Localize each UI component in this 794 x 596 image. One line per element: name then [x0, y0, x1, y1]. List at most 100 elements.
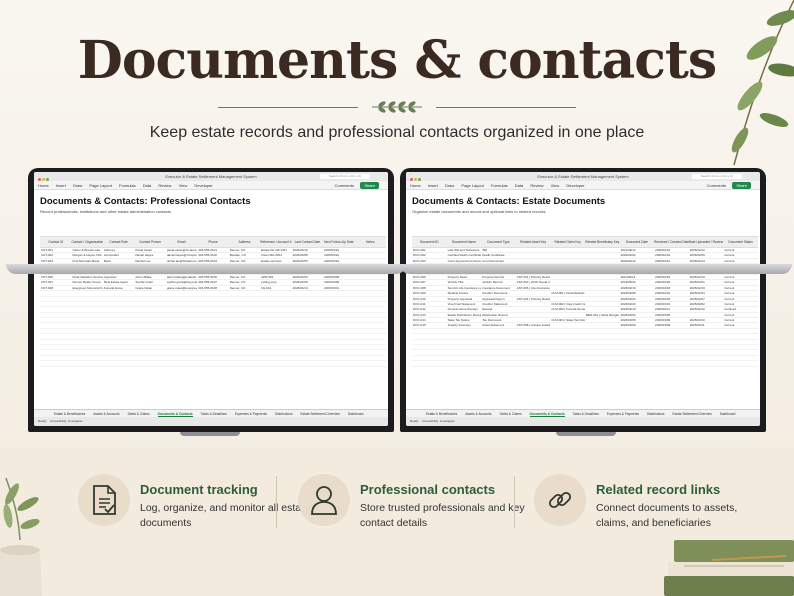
- table-cell[interactable]: Current: [723, 297, 758, 301]
- table-cell[interactable]: [355, 253, 386, 257]
- table-cell[interactable]: Jewelry Inventory: [447, 323, 482, 327]
- table-cell[interactable]: FH-614: [260, 286, 291, 290]
- table-cell[interactable]: Denver, CO: [229, 280, 260, 284]
- table-cell[interactable]: Archived: [723, 307, 758, 311]
- table-cell[interactable]: [550, 323, 585, 327]
- table-cell[interactable]: rachel.lee@fmbank.example: [166, 259, 197, 263]
- search-input[interactable]: Search (Cmd + Ctrl + U): [320, 174, 370, 179]
- table-cell[interactable]: AST-008 | Antique Jewelry Collection: [516, 323, 551, 327]
- table-cell[interactable]: Current: [723, 323, 758, 327]
- ribbon-item[interactable]: Formulas: [491, 183, 508, 188]
- table-cell[interactable]: 2026/02/12: [689, 307, 724, 311]
- table-cell[interactable]: Aaron Blake: [134, 275, 165, 279]
- table-cell[interactable]: Property Appraisal: [447, 297, 482, 301]
- table-cell[interactable]: aaron.blake@peakval.example: [166, 275, 197, 279]
- table-cell[interactable]: Estate file CB-1447: [260, 248, 291, 252]
- table-cell[interactable]: Creditor Statement: [481, 302, 516, 306]
- table-cell[interactable]: AST-007 | 2019 Toyota Camry: [516, 280, 551, 284]
- table-cell[interactable]: 2026/02/05: [689, 253, 724, 257]
- table-cell[interactable]: 2026/02/08: [620, 291, 655, 295]
- table-cell[interactable]: Summit Life Insurance Letter: [447, 286, 482, 290]
- table-cell[interactable]: [516, 259, 551, 263]
- ribbon-item[interactable]: Formulas: [119, 183, 136, 188]
- table-cell[interactable]: Current: [723, 259, 758, 263]
- table-cell[interactable]: 2026/02/11: [654, 307, 689, 311]
- table-cell[interactable]: grace.nolan@evergreen.example: [166, 286, 197, 290]
- table-cell[interactable]: Paula Carter: [134, 248, 165, 252]
- table-cell[interactable]: Denver, CO: [229, 259, 260, 263]
- table-cell[interactable]: Estate Distribution Receipt: [447, 313, 482, 317]
- column-header[interactable]: Date Uploaded / Reviewed: [689, 237, 724, 247]
- table-cell[interactable]: [585, 318, 620, 322]
- ribbon-item[interactable]: View: [179, 183, 188, 188]
- column-header[interactable]: Contact Person: [134, 237, 165, 247]
- table-cell[interactable]: DOC-013: [412, 313, 447, 317]
- table-cell[interactable]: Listing prep: [260, 280, 291, 284]
- table-cell[interactable]: 2026/03/24: [323, 248, 354, 252]
- sheet-tab[interactable]: Distributions: [647, 412, 665, 416]
- column-header[interactable]: Address: [229, 237, 260, 247]
- table-cell[interactable]: Client MH-2201: [260, 253, 291, 257]
- table-cell[interactable]: [516, 307, 551, 311]
- table-cell[interactable]: 2026/03/02: [689, 302, 724, 306]
- column-header[interactable]: Email: [166, 237, 197, 247]
- table-cell[interactable]: State Tax Notice: [447, 318, 482, 322]
- column-header[interactable]: Received / Created Date: [654, 237, 689, 247]
- ribbon-item[interactable]: Home: [410, 183, 421, 188]
- column-header[interactable]: Next Follow-Up Date: [323, 237, 354, 247]
- table-cell[interactable]: Property Record: [481, 275, 516, 279]
- table-cell[interactable]: AST-001 | Primary Residence: [516, 275, 551, 279]
- table-cell[interactable]: Death Certificate: [481, 253, 516, 257]
- table-cell[interactable]: DOC-009: [412, 291, 447, 295]
- table-cell[interactable]: 2026/02/14: [292, 286, 323, 290]
- table-cell[interactable]: Funeral Home Receipt: [447, 307, 482, 311]
- comments-button[interactable]: Comments: [335, 181, 354, 190]
- table-cell[interactable]: 2011/06/14: [620, 275, 655, 279]
- table-cell[interactable]: Current: [723, 291, 758, 295]
- column-header[interactable]: Related Claim Key: [550, 237, 585, 247]
- table-cell[interactable]: 2026/02/10: [654, 248, 689, 252]
- table-cell[interactable]: Grace Nolan: [134, 286, 165, 290]
- table-cell[interactable]: Carter & Brooks Law: [71, 248, 102, 252]
- table-cell[interactable]: [516, 248, 551, 252]
- table-cell[interactable]: Peak Valuation Services: [71, 275, 102, 279]
- table-cell[interactable]: 2026/03/09: [654, 318, 689, 322]
- sheet-tab[interactable]: Expenses & Payments: [235, 412, 267, 416]
- table-cell[interactable]: [516, 253, 551, 257]
- table-cell[interactable]: 2026/02/22: [654, 291, 689, 295]
- table-cell[interactable]: Current: [723, 253, 758, 257]
- table-cell[interactable]: Denver, CO: [229, 286, 260, 290]
- table-cell[interactable]: [550, 280, 585, 284]
- table-cell[interactable]: [550, 248, 585, 252]
- table-cell[interactable]: Medical Invoice: [447, 291, 482, 295]
- table-cell[interactable]: 2026/02/10: [620, 307, 655, 311]
- table-cell[interactable]: 2026/03/09: [620, 323, 655, 327]
- table-cell[interactable]: sophie.grant@drg.example: [166, 280, 197, 284]
- table-cell[interactable]: DOC-011: [412, 302, 447, 306]
- ribbon-item[interactable]: Draw: [445, 183, 454, 188]
- table-cell[interactable]: DOC-010: [412, 297, 447, 301]
- table-cell[interactable]: CNT-003: [40, 259, 71, 263]
- table-cell[interactable]: [585, 291, 620, 295]
- table-cell[interactable]: DOC-008: [412, 286, 447, 290]
- table-cell[interactable]: [585, 302, 620, 306]
- table-cell[interactable]: Certified Death Certificate: [447, 253, 482, 257]
- comments-button[interactable]: Comments: [707, 181, 726, 190]
- table-cell[interactable]: [585, 286, 620, 290]
- table-cell[interactable]: 2026/03/01: [323, 286, 354, 290]
- table-cell[interactable]: [585, 280, 620, 284]
- table-cell[interactable]: 303-555-0108: [197, 286, 228, 290]
- table-cell[interactable]: 2026/02/20: [620, 302, 655, 306]
- column-header[interactable]: Reference / Account #: [260, 237, 291, 247]
- sheet-tab[interactable]: Dashboard: [348, 412, 364, 416]
- table-cell[interactable]: First Mountain Bank: [71, 259, 102, 263]
- table-cell[interactable]: APR-662: [260, 275, 291, 279]
- empty-row[interactable]: [412, 361, 758, 367]
- table-cell[interactable]: [689, 313, 724, 317]
- table-cell[interactable]: CNT-002: [40, 253, 71, 257]
- table-cell[interactable]: [516, 291, 551, 295]
- table-cell[interactable]: Last Will and Testament: [447, 248, 482, 252]
- column-header[interactable]: Notes: [355, 237, 386, 247]
- table-cell[interactable]: [355, 259, 386, 263]
- table-cell[interactable]: 2026/02/23: [689, 291, 724, 295]
